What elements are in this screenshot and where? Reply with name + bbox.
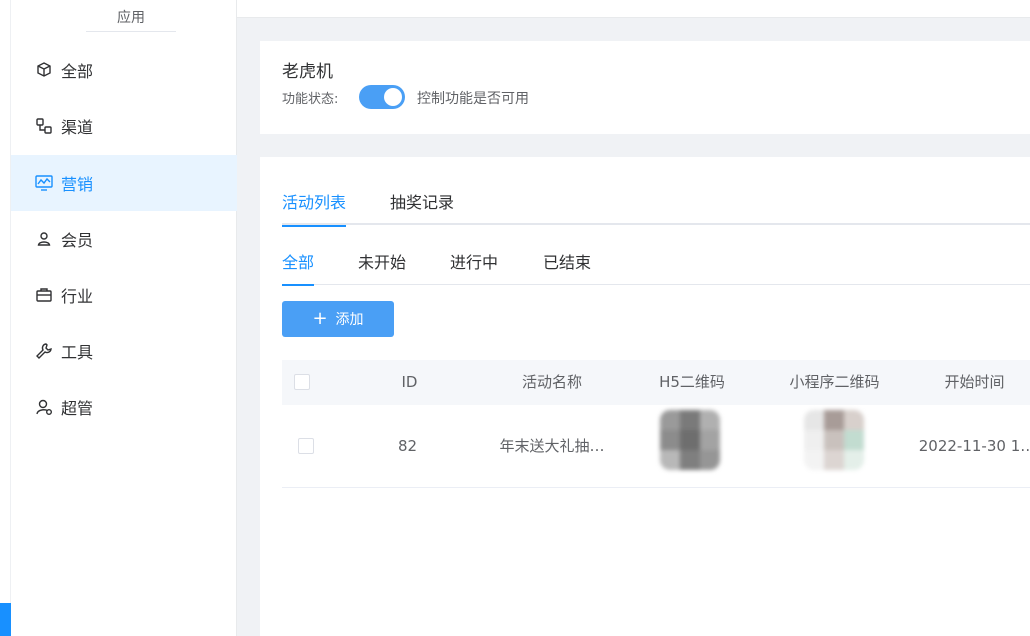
sidebar-item-label: 工具 (61, 343, 94, 362)
plus-icon: + (312, 308, 328, 329)
cell-start-time: 2022-11-30 1… (918, 437, 1030, 455)
sidebar-item-label: 渠道 (61, 118, 94, 137)
sidebar-item-member[interactable]: 会员 (11, 211, 237, 267)
tab-filter-ended[interactable]: 已结束 (543, 251, 591, 285)
sidebar: 应用 全部 渠道 营销 会员 行业 工具 超管 (11, 0, 237, 636)
sidebar-item-marketing[interactable]: 营销 (11, 155, 237, 211)
header-activity-name: 活动名称 (521, 373, 582, 391)
header-miniprogram-qrcode: 小程序二维码 (789, 373, 880, 391)
tab-filter-not-started[interactable]: 未开始 (358, 251, 406, 285)
sidebar-item-label: 行业 (61, 287, 94, 306)
cell-activity-name: 年末送大礼抽… (499, 437, 605, 455)
cell-id: 82 (397, 437, 418, 455)
tab-filter-in-progress[interactable]: 进行中 (450, 251, 498, 285)
briefcase-icon (35, 286, 53, 304)
sidebar-item-all[interactable]: 全部 (11, 42, 237, 98)
header-h5-qrcode: H5二维码 (659, 373, 725, 391)
sidebar-item-label: 超管 (61, 399, 94, 418)
feature-card: 老虎机 功能状态: 控制功能是否可用 (260, 41, 1030, 134)
activity-table: ID 活动名称 H5二维码 小程序二维码 开始时间 82 年末送大礼抽… 202… (282, 360, 1030, 488)
add-button-label: 添加 (335, 312, 364, 328)
sidebar-item-channel[interactable]: 渠道 (11, 98, 237, 154)
activity-card: 活动列表 抽奖记录 全部 未开始 进行中 已结束 + 添加 ID 活动名称 H5… (260, 157, 1030, 636)
row-checkbox[interactable] (298, 438, 314, 454)
sidebar-item-tools[interactable]: 工具 (11, 323, 237, 379)
sidebar-header: 应用 (86, 0, 176, 32)
table-row[interactable]: 82 年末送大礼抽… 2022-11-30 1… (282, 405, 1030, 488)
tab-filter-all[interactable]: 全部 (282, 251, 315, 286)
left-edge-indicator (0, 603, 11, 636)
sidebar-item-admin[interactable]: 超管 (11, 379, 237, 435)
channel-icon (35, 117, 53, 135)
toggle-knob (384, 88, 402, 106)
wrench-icon (35, 342, 53, 360)
user-icon (35, 230, 53, 248)
status-label: 功能状态: (282, 92, 339, 107)
select-all-checkbox[interactable] (294, 374, 310, 390)
sidebar-item-label: 全部 (61, 62, 94, 81)
h5-qrcode-image[interactable] (660, 410, 720, 470)
sidebar-item-label: 会员 (61, 231, 94, 250)
sidebar-item-industry[interactable]: 行业 (11, 267, 237, 323)
miniprogram-qrcode-image[interactable] (804, 410, 864, 470)
table-header: ID 活动名称 H5二维码 小程序二维码 开始时间 (282, 360, 1030, 405)
tab-activity-list[interactable]: 活动列表 (282, 191, 347, 227)
status-description: 控制功能是否可用 (417, 91, 529, 107)
left-edge-strip (0, 0, 11, 636)
main-tabs: 活动列表 抽奖记录 (282, 191, 1030, 227)
filter-tabs: 全部 未开始 进行中 已结束 (282, 251, 1030, 286)
feature-status-toggle[interactable] (359, 85, 405, 109)
header-start-time: 开始时间 (944, 373, 1005, 391)
cube-icon (35, 61, 53, 79)
add-button[interactable]: + 添加 (282, 301, 394, 337)
sidebar-item-label: 营销 (61, 175, 94, 194)
header-id: ID (401, 373, 418, 391)
admin-user-icon (35, 398, 53, 416)
marketing-chart-icon (35, 174, 53, 192)
tab-lottery-records[interactable]: 抽奖记录 (390, 191, 454, 225)
feature-title: 老虎机 (282, 62, 333, 82)
top-bar (237, 0, 1030, 18)
